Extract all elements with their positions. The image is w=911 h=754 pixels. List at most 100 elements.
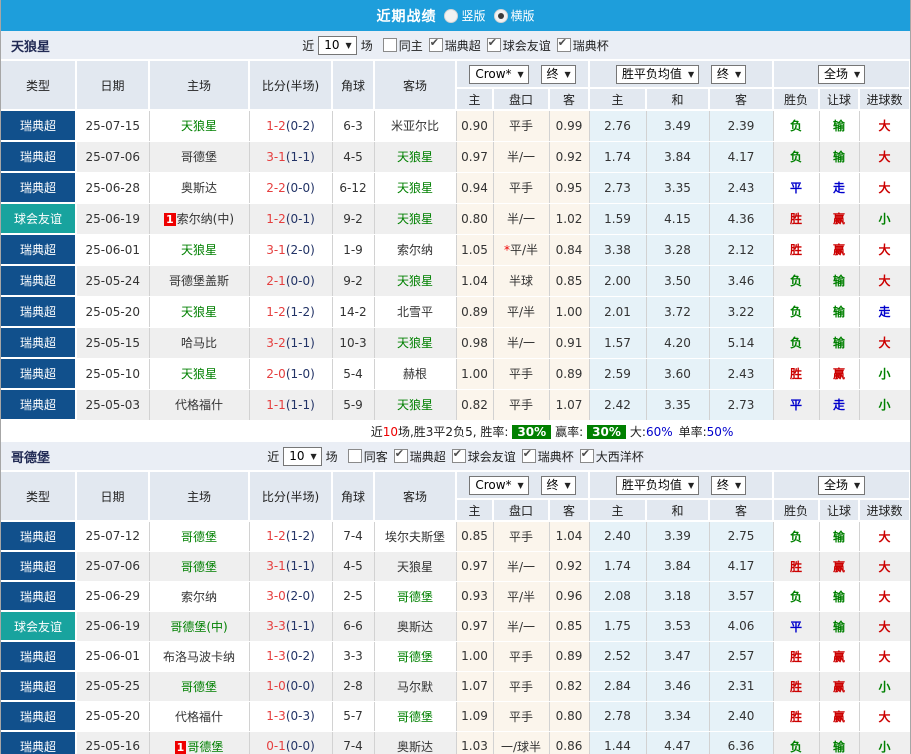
layout-vertical-radio[interactable] — [444, 8, 459, 23]
avg-odds-value: 2.43 — [727, 366, 755, 381]
away-team-name[interactable]: 天狼星 — [397, 150, 433, 164]
avg-odds-value: 1.59 — [604, 211, 631, 226]
home-team-name[interactable]: 哥德堡 — [181, 560, 217, 574]
home-team-name[interactable]: 奥斯达 — [181, 181, 217, 195]
final-avg-select[interactable]: 终 — [710, 475, 747, 495]
avg-away-cell: 6.36 — [709, 731, 774, 754]
competition-checkbox[interactable] — [486, 36, 501, 52]
odds-value: 0.85 — [555, 273, 583, 288]
scope-select[interactable]: 全场 — [817, 475, 866, 495]
filters-bar: 近 10 场 同客 瑞典超 球会友谊 瑞典杯 大西洋杯 — [267, 446, 644, 466]
final-odds-select[interactable]: 终 — [540, 64, 576, 84]
away-team-name[interactable]: 米亚尔比 — [391, 119, 439, 133]
fulltime-score: 1-1 — [266, 397, 286, 412]
away-team-cell: 哥德堡 — [374, 581, 457, 612]
avg-draw-cell: 3.39 — [646, 521, 710, 552]
match-date-cell: 25-05-24 — [76, 265, 150, 297]
competition-checkbox[interactable] — [393, 447, 408, 463]
home-team-name[interactable]: 天狼星 — [181, 243, 217, 257]
avg-away-cell: 2.31 — [709, 671, 774, 702]
home-team-name[interactable]: 哈马比 — [181, 336, 217, 350]
away-team-name[interactable]: 天狼星 — [397, 212, 433, 226]
league-label: 瑞典超 — [19, 336, 56, 350]
avg-odds-value: 2.31 — [727, 679, 755, 693]
handicap-result-cell: 赢 — [819, 701, 860, 732]
handicap-result-cell: 赢 — [819, 358, 860, 390]
crown-away-odds-cell: 0.95 — [549, 172, 590, 204]
handicap-result-value: 输 — [833, 150, 846, 164]
recent-count-select[interactable]: 10 — [283, 446, 322, 466]
home-team-name[interactable]: 哥德堡 — [181, 680, 217, 694]
col-header-score: 比分(半场) — [249, 61, 333, 111]
result-cell: 负 — [773, 581, 820, 612]
match-date-cell: 25-05-25 — [76, 671, 150, 702]
odds-company-select[interactable]: Crow* — [469, 475, 529, 495]
result-group: 全场 — [773, 472, 910, 500]
away-team-name[interactable]: 哥德堡 — [397, 590, 433, 604]
home-team-name[interactable]: 天狼星 — [181, 305, 217, 319]
home-team-name[interactable]: 代格福什 — [175, 398, 223, 412]
away-team-name[interactable]: 索尔纳 — [397, 243, 433, 257]
home-team-name[interactable]: 哥德堡 — [187, 740, 223, 754]
home-team-name[interactable]: 布洛马波卡纳 — [163, 650, 235, 664]
fulltime-score: 3-1 — [266, 559, 286, 573]
competition-checkbox[interactable] — [521, 447, 536, 463]
same-venue-checkbox[interactable] — [347, 449, 362, 463]
away-team-name[interactable]: 赫根 — [403, 367, 427, 381]
competition-checkbox[interactable] — [428, 36, 443, 52]
home-team-name[interactable]: 哥德堡 — [181, 150, 217, 164]
away-team-name[interactable]: 天狼星 — [397, 274, 433, 288]
corner-score: 4-5 — [343, 559, 363, 573]
home-team-name[interactable]: 代格福什 — [175, 710, 223, 724]
home-team-name[interactable]: 哥德堡盖斯 — [169, 274, 229, 288]
away-team-name[interactable]: 天狼星 — [397, 398, 433, 412]
competition-checkbox[interactable] — [579, 447, 594, 463]
away-team-cell: 奥斯达 — [374, 731, 457, 754]
col-header-corner: 角球 — [332, 61, 375, 111]
away-team-name[interactable]: 天狼星 — [397, 560, 433, 574]
competition-checkbox[interactable] — [451, 447, 466, 463]
home-team-name[interactable]: 索尔纳(中) — [177, 212, 234, 226]
away-team-name[interactable]: 哥德堡 — [397, 710, 433, 724]
result-cell: 胜 — [773, 671, 820, 702]
away-team-name[interactable]: 天狼星 — [397, 336, 433, 350]
avg-odds-select[interactable]: 胜平负均值 — [615, 64, 700, 84]
scope-select[interactable]: 全场 — [817, 64, 866, 84]
handicap-result-cell: 输 — [819, 521, 860, 552]
result-group: 全场 — [773, 61, 910, 89]
final-odds-select[interactable]: 终 — [540, 475, 576, 495]
away-team-name[interactable]: 哥德堡 — [397, 650, 433, 664]
league-type-cell: 瑞典超 — [1, 327, 77, 359]
home-team-name[interactable]: 天狼星 — [181, 367, 217, 381]
odds-value: 1.00 — [555, 304, 583, 319]
away-team-name[interactable]: 马尔默 — [397, 680, 433, 694]
home-team-name[interactable]: 哥德堡 — [181, 530, 217, 544]
away-team-name[interactable]: 天狼星 — [397, 181, 433, 195]
home-team-name[interactable]: 哥德堡(中) — [170, 620, 227, 634]
final-avg-select[interactable]: 终 — [710, 64, 747, 84]
score-cell: 1-1(1-1) — [249, 389, 333, 421]
avg-odds-value: 6.36 — [727, 739, 755, 753]
score-cell: 3-2(1-1) — [249, 327, 333, 359]
odds-company-select[interactable]: Crow* — [469, 64, 529, 84]
home-team-name[interactable]: 索尔纳 — [181, 590, 217, 604]
recent-count-select[interactable]: 10 — [318, 35, 357, 55]
away-team-cell: 哥德堡 — [374, 701, 457, 732]
odds-value: 0.94 — [461, 180, 488, 195]
away-team-name[interactable]: 埃尔夫斯堡 — [385, 530, 445, 544]
crown-home-odds-cell: 1.04 — [456, 265, 494, 297]
avg-odds-select[interactable]: 胜平负均值 — [615, 475, 700, 495]
avg-odds-value: 2.42 — [604, 397, 631, 412]
same-venue-checkbox[interactable] — [382, 38, 397, 52]
avg-odds-value: 2.40 — [604, 529, 631, 544]
handicap-result-value: 赢 — [833, 559, 846, 574]
away-team-name[interactable]: 奥斯达 — [397, 620, 433, 634]
away-team-name[interactable]: 奥斯达 — [397, 740, 433, 754]
odds-value: 0.84 — [555, 242, 583, 257]
handicap-cell: 平手 — [493, 701, 550, 732]
away-team-name[interactable]: 北雪平 — [397, 305, 433, 319]
corner-cell: 14-2 — [332, 296, 375, 328]
home-team-name[interactable]: 天狼星 — [181, 119, 217, 133]
layout-horizontal-radio[interactable] — [493, 8, 508, 23]
competition-checkbox[interactable] — [556, 36, 571, 52]
